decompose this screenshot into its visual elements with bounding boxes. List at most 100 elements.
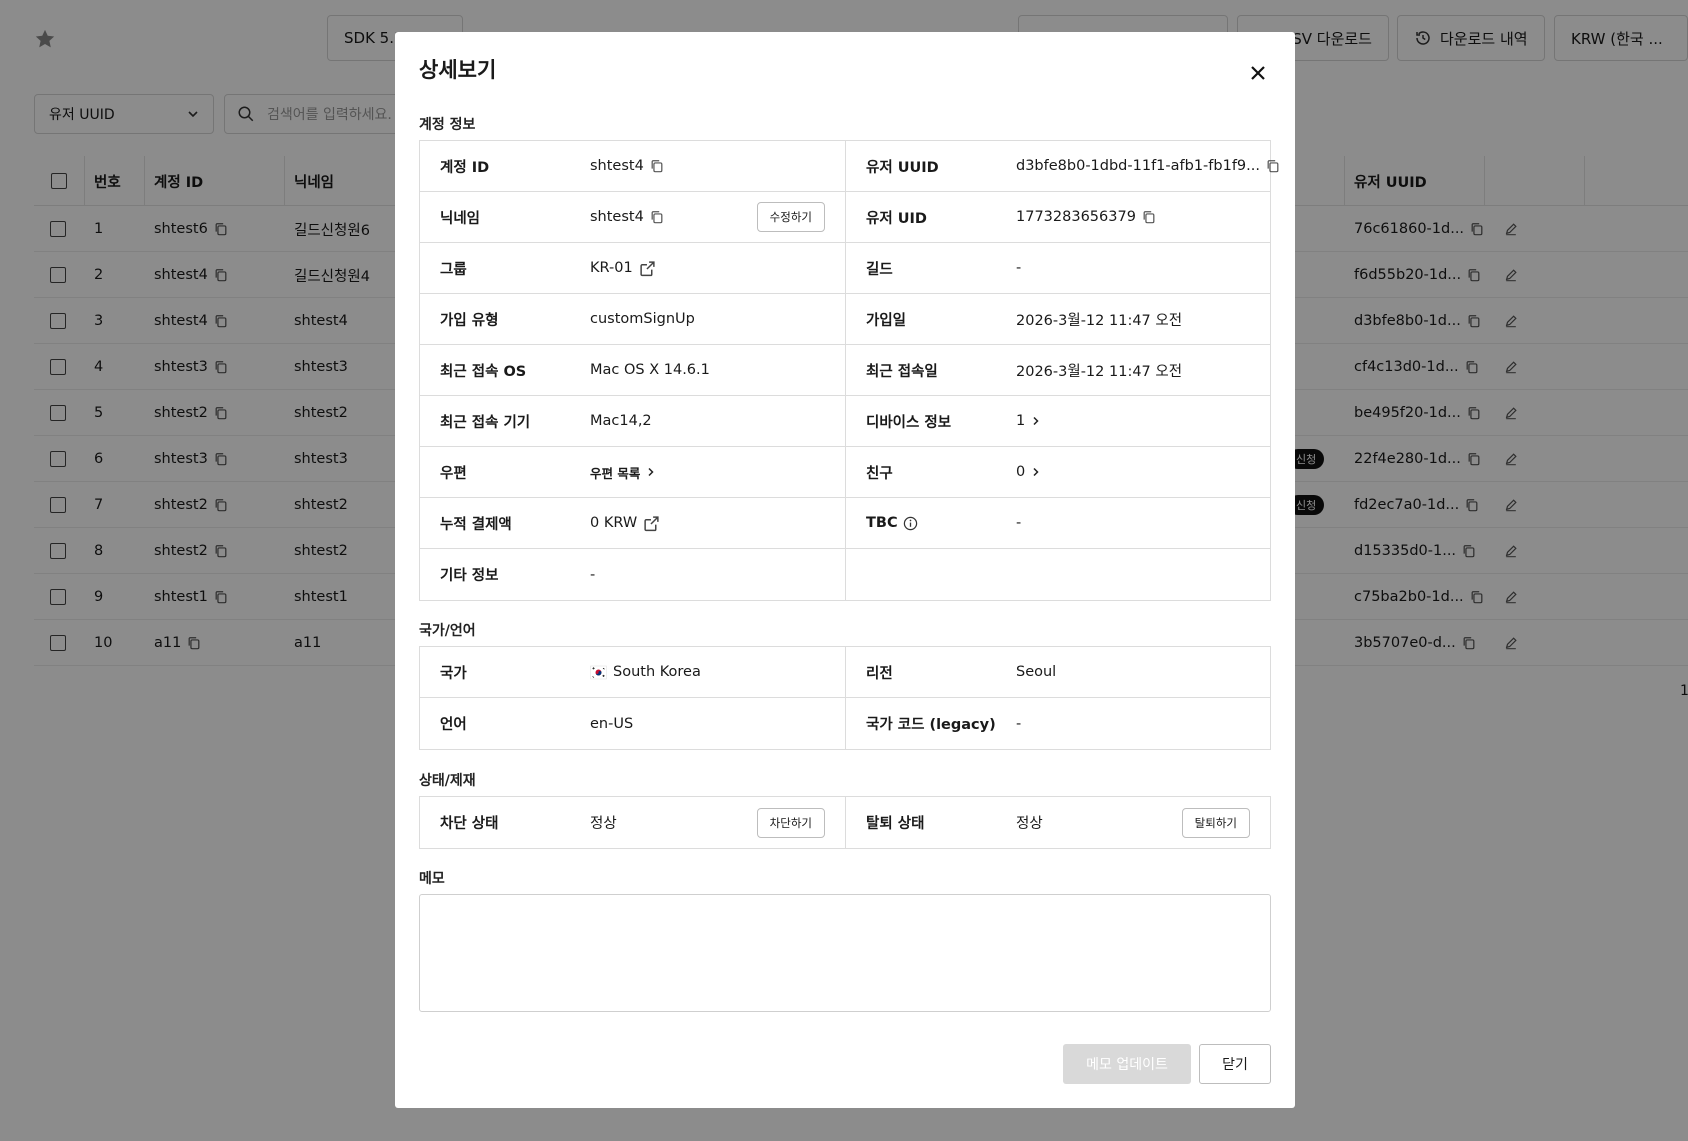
info-row: 기타 정보 - <box>420 549 1270 600</box>
info-cell: 계정 ID shtest4 <box>420 141 845 191</box>
external-link-icon[interactable] <box>643 515 660 532</box>
info-row: 닉네임 shtest4 수정하기 유저 UID 1773283656379 <box>420 192 1270 243</box>
info-cell: 언어 en-US <box>420 698 845 749</box>
info-cell: 우편 우편 목록 <box>420 447 845 497</box>
field-value-text: 2026-3월-12 11:47 오전 <box>1016 363 1183 380</box>
info-cell: 길드 - <box>845 243 1270 293</box>
field-label-text: TBC <box>866 515 898 531</box>
copy-icon[interactable] <box>1142 210 1156 224</box>
field-value: 1773283656379 <box>1016 209 1156 225</box>
field-label-text: 유저 UID <box>866 210 927 227</box>
field-value-text: - <box>1016 260 1022 276</box>
field-value-text: shtest4 <box>590 158 644 174</box>
info-row: 최근 접속 기기 Mac14,2 디바이스 정보 1 <box>420 396 1270 447</box>
field-value-text: KR-01 <box>590 260 633 276</box>
field-value: d3bfe8b0-1dbd-11f1-afb1-fb1f9... <box>1016 158 1280 174</box>
copy-icon[interactable] <box>650 159 664 173</box>
info-cell: 국가 South Korea <box>420 647 845 697</box>
block-button[interactable]: 차단하기 <box>756 807 825 838</box>
field-label: 누적 결제액 <box>440 516 512 533</box>
field-label-text: 길드 <box>866 261 893 278</box>
withdraw-status-value: 정상 <box>1016 816 1043 832</box>
block-status-label: 차단 상태 <box>440 816 499 832</box>
field-label: 유저 UUID <box>866 156 939 177</box>
close-dialog-button[interactable]: 닫기 <box>1199 1044 1271 1084</box>
field-label: 닉네임 <box>440 210 481 227</box>
info-row: 국가 South Korea 리전 Seoul <box>420 647 1270 698</box>
field-value: - <box>1016 260 1021 276</box>
section-memo-label: 메모 <box>419 871 445 887</box>
field-label: 우편 <box>440 465 467 482</box>
info-cell: 유저 UID 1773283656379 <box>845 192 1270 242</box>
info-cell: 최근 접속 기기 Mac14,2 <box>420 396 845 446</box>
field-value: Mac14,2 <box>590 413 652 429</box>
info-row: 누적 결제액 0 KRW TBC - <box>420 498 1270 549</box>
info-cell: 가입 유형 customSignUp <box>420 294 845 344</box>
status-row: 차단 상태 정상 차단하기 탈퇴 상태 정상 탈퇴하기 <box>420 797 1270 848</box>
copy-icon[interactable] <box>650 210 664 224</box>
field-value-text: en-US <box>590 715 634 732</box>
field-value: South Korea <box>590 664 701 681</box>
edit-nickname-button[interactable]: 수정하기 <box>756 202 825 232</box>
field-label: 가입 유형 <box>440 312 499 329</box>
info-cell: 국가 코드 (legacy) - <box>845 698 1270 749</box>
info-row: 계정 ID shtest4 유저 UUID d3bfe8b0-1dbd-11f1-af… <box>420 141 1279 192</box>
close-icon <box>1251 66 1265 80</box>
field-value: - <box>1016 515 1021 531</box>
info-cell: 친구 0 <box>845 447 1270 497</box>
chevron-right-icon[interactable] <box>1031 467 1041 477</box>
account-info-grid: 계정 ID shtest4 유저 UUID d3bfe8b0-1dbd-11f1-af… <box>419 140 1279 601</box>
modal-title: 상세보기 <box>419 58 497 82</box>
field-label: 유저 UID <box>866 207 927 228</box>
chevron-right-icon[interactable] <box>646 467 656 477</box>
field-label-text: 유저 UUID <box>866 159 939 176</box>
field-label: 최근 접속 기기 <box>440 414 531 431</box>
field-value-text: 0 <box>1016 464 1026 480</box>
info-cell: 디바이스 정보 1 <box>845 396 1270 446</box>
chevron-right-icon[interactable] <box>1031 416 1041 426</box>
field-label: 최근 접속일 <box>866 360 938 381</box>
field-value: Seoul <box>1016 664 1056 680</box>
field-value: - <box>590 567 595 583</box>
field-label: 언어 <box>440 717 467 733</box>
korea-flag-icon <box>590 664 607 681</box>
field-value: 1 <box>1016 413 1041 429</box>
field-label: 국가 <box>440 665 467 682</box>
field-value-text: South Korea <box>613 664 701 680</box>
memo-textarea[interactable] <box>419 894 1271 1012</box>
section-country-label: 국가/언어 <box>419 623 476 639</box>
field-value-text: - <box>1016 515 1022 531</box>
info-row: 언어 en-US 국가 코드 (legacy) - <box>420 698 1270 749</box>
info-cell: 가입일 2026-3월-12 11:47 오전 <box>845 294 1270 344</box>
field-label: TBC <box>866 515 918 531</box>
info-row: 그룹 KR-01 길드 - <box>420 243 1270 294</box>
field-value: shtest4 <box>590 158 664 174</box>
field-value: 0 KRW <box>590 515 660 532</box>
field-label: 기타 정보 <box>440 568 499 584</box>
withdraw-button[interactable]: 탈퇴하기 <box>1181 807 1250 838</box>
field-label-text: 국가 코드 (legacy) <box>866 717 996 733</box>
field-label: 디바이스 정보 <box>866 411 951 432</box>
field-value: - <box>1016 716 1021 732</box>
field-value-text: customSignUp <box>590 311 695 327</box>
field-value: shtest4 <box>590 209 664 225</box>
field-value-text: 2026-3월-12 11:47 오전 <box>1016 312 1183 329</box>
field-value: 0 <box>1016 464 1041 480</box>
country-info-grid: 국가 South Korea 리전 Seoul 언어 en-US 국가 코드 (legacy… <box>419 646 1271 750</box>
info-row: 우편 우편 목록 친구 0 <box>420 447 1270 498</box>
field-value: KR-01 <box>590 260 656 277</box>
info-cell: 닉네임 shtest4 수정하기 <box>420 192 845 242</box>
external-link-icon[interactable] <box>639 260 656 277</box>
field-label-text: 가입일 <box>866 312 907 329</box>
info-cell: 최근 접속일 2026-3월-12 11:47 오전 <box>845 345 1270 395</box>
info-icon[interactable] <box>903 516 918 531</box>
field-value: 우편 목록 <box>590 463 656 482</box>
status-grid: 차단 상태 정상 차단하기 탈퇴 상태 정상 탈퇴하기 <box>419 796 1271 849</box>
memo-update-button[interactable]: 메모 업데이트 <box>1063 1044 1191 1084</box>
detail-modal: 상세보기 계정 정보 계정 ID shtest4 유저 UUID d3bfe8b0-1… <box>395 32 1295 1108</box>
copy-icon[interactable] <box>1266 159 1280 173</box>
field-label: 국가 코드 (legacy) <box>866 713 996 734</box>
field-value-text: - <box>590 566 596 583</box>
field-value-text: 우편 목록 <box>590 465 641 481</box>
close-button[interactable] <box>1243 58 1273 88</box>
